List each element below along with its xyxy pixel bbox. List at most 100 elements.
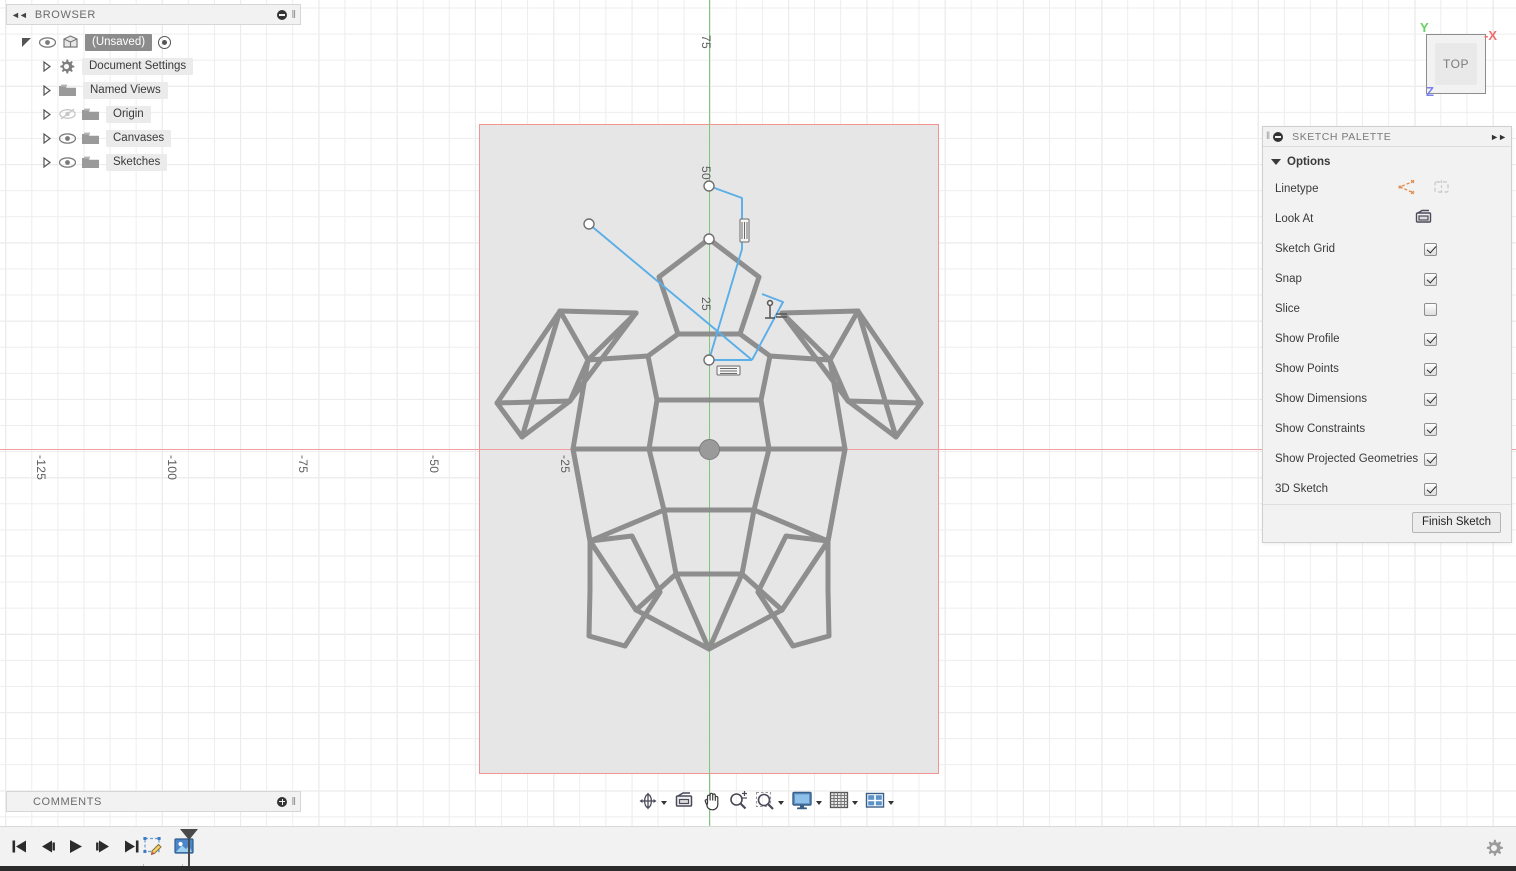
look-at-camera-icon[interactable] <box>1414 209 1433 230</box>
construction-line-icon[interactable] <box>1397 179 1416 200</box>
orbit-icon[interactable] <box>638 791 658 816</box>
eye-hidden-icon[interactable] <box>58 106 77 122</box>
grid-snaps-icon[interactable] <box>829 791 849 815</box>
viewports-icon[interactable] <box>865 791 885 815</box>
chevron-down-icon[interactable] <box>888 801 894 805</box>
checkbox-show-projected-geometries[interactable] <box>1424 453 1437 466</box>
step-forward-button[interactable] <box>90 833 116 865</box>
option-label-slice: Slice <box>1275 303 1424 315</box>
eye-visible-icon[interactable] <box>58 154 77 170</box>
tree-label-named-views[interactable]: Named Views <box>83 82 168 99</box>
step-back-icon[interactable] <box>38 838 57 860</box>
triangle-collapsed-icon[interactable] <box>40 60 53 73</box>
option-row-sketch-grid[interactable]: Sketch Grid <box>1263 234 1511 264</box>
step-back-button[interactable] <box>34 833 60 865</box>
pan-hand-icon[interactable] <box>701 791 721 816</box>
grip-icon[interactable]: ‖ <box>291 796 296 808</box>
option-row-slice[interactable]: Slice <box>1263 294 1511 324</box>
browser-tree: (Unsaved) Document Settings <box>6 30 301 174</box>
view-cube-face-label[interactable]: TOP <box>1435 43 1477 85</box>
caret-down-icon[interactable] <box>1271 159 1281 165</box>
options-section-header[interactable]: Options <box>1263 153 1511 174</box>
sketch-feature-icon[interactable] <box>140 834 166 865</box>
skip-to-start-button[interactable] <box>6 833 32 865</box>
double-left-arrow-icon[interactable]: ◄◄ <box>11 10 27 20</box>
checkbox-show-profile[interactable] <box>1424 333 1437 346</box>
tree-row-canvases[interactable]: Canvases <box>6 126 301 150</box>
tree-row-document-settings[interactable]: Document Settings <box>6 54 301 78</box>
checkbox-3d-sketch[interactable] <box>1424 483 1437 496</box>
tree-label-sketches[interactable]: Sketches <box>106 154 167 171</box>
triangle-collapsed-icon[interactable] <box>40 132 53 145</box>
gear-icon[interactable] <box>1484 845 1504 862</box>
view-cube[interactable]: TOP Y -X Z <box>1408 22 1508 122</box>
play-icon[interactable] <box>66 838 85 860</box>
zoom-button[interactable] <box>726 791 750 815</box>
tree-label-document-settings[interactable]: Document Settings <box>82 58 193 75</box>
look-at-button[interactable] <box>672 791 696 815</box>
minus-circle-icon[interactable] <box>277 10 287 20</box>
checkbox-show-dimensions[interactable] <box>1424 393 1437 406</box>
eye-visible-icon[interactable] <box>58 130 77 146</box>
tree-row-origin[interactable]: Origin <box>6 102 301 126</box>
eye-visible-icon[interactable] <box>38 34 57 50</box>
look-at-icon[interactable] <box>674 791 694 815</box>
triangle-collapsed-icon[interactable] <box>40 84 53 97</box>
plus-circle-icon[interactable] <box>277 797 287 807</box>
checkbox-sketch-grid[interactable] <box>1424 243 1437 256</box>
timeline-item-sketch[interactable] <box>138 832 168 866</box>
chevron-down-icon[interactable] <box>852 801 858 805</box>
option-row-show-profile[interactable]: Show Profile <box>1263 324 1511 354</box>
minus-circle-icon[interactable] <box>1273 132 1283 142</box>
display-settings-button[interactable] <box>789 791 824 815</box>
option-row-3d-sketch[interactable]: 3D Sketch <box>1263 474 1511 504</box>
option-row-show-dimensions[interactable]: Show Dimensions <box>1263 384 1511 414</box>
chevron-down-icon[interactable] <box>661 801 667 805</box>
skip-to-start-icon[interactable] <box>10 838 29 860</box>
checkbox-slice[interactable] <box>1424 303 1437 316</box>
folder-icon <box>81 131 100 146</box>
settings-button[interactable] <box>1484 838 1504 863</box>
option-row-show-constraints[interactable]: Show Constraints <box>1263 414 1511 444</box>
view-cube-box[interactable]: TOP <box>1426 34 1486 94</box>
zoom-icon[interactable] <box>728 791 748 816</box>
zoom-window-icon[interactable] <box>755 791 775 816</box>
finish-sketch-button[interactable]: Finish Sketch <box>1412 512 1501 533</box>
step-forward-icon[interactable] <box>94 838 113 860</box>
triangle-collapsed-icon[interactable] <box>40 156 53 169</box>
checkbox-show-constraints[interactable] <box>1424 423 1437 436</box>
tree-row-root[interactable]: (Unsaved) <box>6 30 301 54</box>
viewports-button[interactable] <box>863 791 896 815</box>
play-button[interactable] <box>62 833 88 865</box>
chevron-down-icon[interactable] <box>778 801 784 805</box>
orbit-button[interactable] <box>636 791 669 815</box>
centerline-icon[interactable] <box>1432 179 1451 200</box>
pan-button[interactable] <box>699 791 723 815</box>
tree-row-named-views[interactable]: Named Views <box>6 78 301 102</box>
option-row-snap[interactable]: Snap <box>1263 264 1511 294</box>
tree-label-canvases[interactable]: Canvases <box>106 130 171 147</box>
chevron-down-icon[interactable] <box>816 801 822 805</box>
grip-icon[interactable]: ‖ <box>1266 131 1270 142</box>
origin-point[interactable] <box>699 439 720 460</box>
grip-icon[interactable]: ‖ <box>291 9 296 21</box>
double-right-arrow-icon[interactable]: ►► <box>1490 132 1506 142</box>
option-row-show-projected-geometries[interactable]: Show Projected Geometries <box>1263 444 1511 474</box>
tree-row-sketches[interactable]: Sketches <box>6 150 301 174</box>
timeline-position-marker[interactable] <box>188 829 190 869</box>
tree-label-origin[interactable]: Origin <box>106 106 151 123</box>
grid-snaps-button[interactable] <box>827 791 860 815</box>
comments-panel-header[interactable]: COMMENTS ‖ <box>6 791 301 812</box>
display-settings-icon[interactable] <box>791 791 813 815</box>
tree-label-unsaved[interactable]: (Unsaved) <box>85 34 152 51</box>
option-row-look-at[interactable]: Look At <box>1263 204 1511 234</box>
radio-selected-icon[interactable] <box>158 36 171 49</box>
zoom-window-button[interactable] <box>753 791 786 815</box>
option-row-linetype[interactable]: Linetype <box>1263 174 1511 204</box>
triangle-expanded-icon[interactable] <box>20 36 33 49</box>
checkbox-show-points[interactable] <box>1424 363 1437 376</box>
checkbox-snap[interactable] <box>1424 273 1437 286</box>
triangle-collapsed-icon[interactable] <box>40 108 53 121</box>
option-label-sketch-grid: Sketch Grid <box>1275 243 1424 255</box>
option-row-show-points[interactable]: Show Points <box>1263 354 1511 384</box>
